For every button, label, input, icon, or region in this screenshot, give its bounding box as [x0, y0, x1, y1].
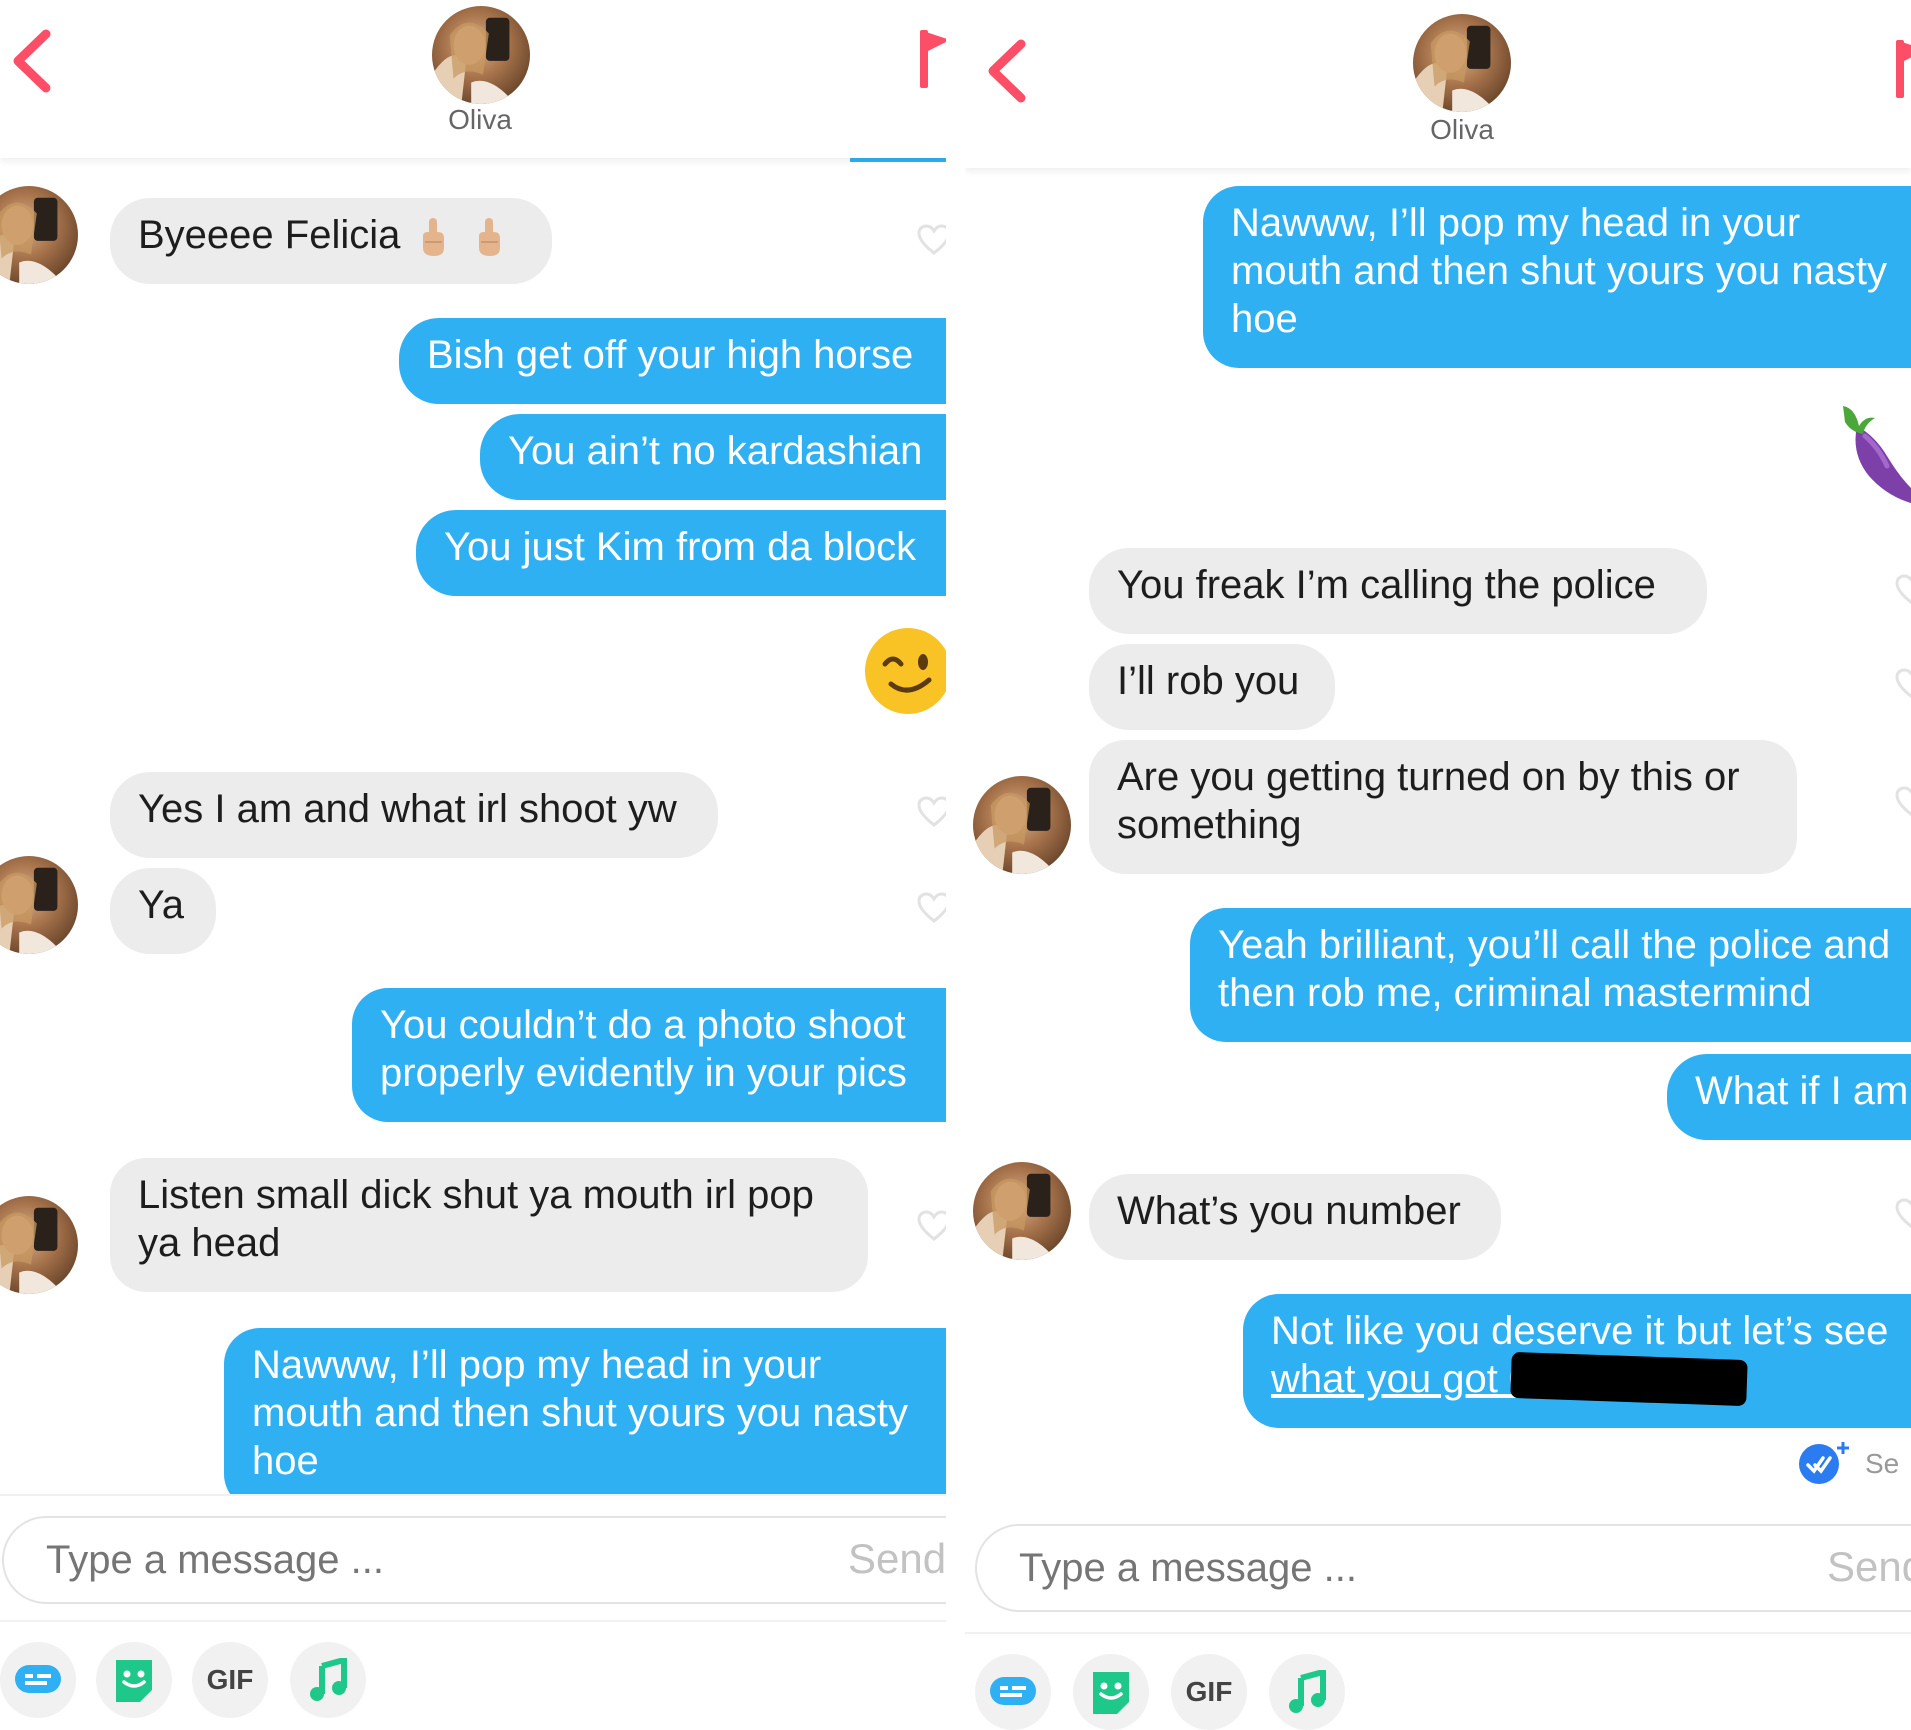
back-chevron-icon[interactable]	[8, 26, 58, 96]
message-outgoing[interactable]: Bish get off your high horse	[399, 318, 946, 404]
flag-icon[interactable]	[1894, 38, 1911, 100]
message-incoming[interactable]: Listen small dick shut ya mouth irl pop …	[110, 1158, 868, 1292]
message-text-line: Are you getting turned on by this or	[1117, 755, 1740, 799]
heart-icon[interactable]	[917, 796, 946, 828]
message-incoming[interactable]: I’ll rob you	[1089, 644, 1335, 730]
chat-bubble-button[interactable]	[0, 1642, 76, 1718]
music-note-icon	[1289, 1670, 1326, 1713]
match-avatar[interactable]	[973, 776, 1071, 874]
message-outgoing[interactable]: Nawww, I’ll pop my head in your mouth an…	[1203, 186, 1911, 368]
message-incoming[interactable]: You freak I’m calling the police	[1089, 548, 1707, 634]
toolbar-divider	[0, 1620, 946, 1622]
message-text-line: You couldn’t do a photo shoot	[380, 1003, 906, 1047]
message-outgoing[interactable]: Nawww, I’ll pop my head in your mouth an…	[224, 1328, 946, 1510]
message-text-line: mouth and then shut yours you nasty	[252, 1391, 908, 1435]
message-text: I’ll rob you	[1117, 659, 1300, 703]
middle-finger-emoji	[476, 218, 502, 258]
message-text: You freak I’m calling the police	[1117, 563, 1656, 607]
chat-header: Oliva	[0, 0, 946, 158]
match-name[interactable]: Oliva	[380, 104, 580, 136]
read-receipt-icon	[1799, 1442, 1849, 1484]
match-avatar[interactable]	[1413, 14, 1511, 112]
heart-icon[interactable]	[917, 224, 946, 256]
send-button[interactable]: Send	[1827, 1534, 1911, 1600]
heart-icon[interactable]	[1895, 574, 1911, 606]
music-note-icon	[310, 1658, 347, 1701]
gif-label: GIF	[1185, 1676, 1233, 1707]
composer: Send GIF	[0, 1494, 946, 1718]
chat-panel-right: Oliva Nawww, I’ll pop my head in your mo…	[965, 0, 1911, 1730]
composer: Send GIF	[965, 1502, 1911, 1730]
message-text-line: Not like you deserve it but let’s see	[1271, 1309, 1889, 1353]
message-text-line: something	[1117, 803, 1302, 847]
message-text-line: Yeah brilliant, you’ll call the police a…	[1218, 923, 1891, 967]
message-incoming[interactable]: Ya	[110, 868, 216, 954]
gif-button[interactable]: GIF	[192, 1642, 268, 1718]
toolbar-divider	[965, 1632, 1911, 1634]
match-avatar[interactable]	[0, 1196, 78, 1294]
screenshot-divider	[946, 0, 965, 1730]
chat-header: Oliva	[965, 0, 1911, 168]
sticker-icon	[1093, 1672, 1129, 1714]
chat-bubble-icon	[990, 1677, 1036, 1705]
chat-bubble-icon	[15, 1665, 61, 1693]
message-text: Ya	[138, 883, 184, 927]
message-outgoing[interactable]: Yeah brilliant, you’ll call the police a…	[1190, 908, 1911, 1042]
redaction-mark	[1510, 1351, 1748, 1407]
message-outgoing[interactable]: You ain’t no kardashian	[480, 414, 946, 500]
gif-label: GIF	[206, 1664, 254, 1695]
sticker-icon	[116, 1660, 152, 1702]
match-name[interactable]: Oliva	[1362, 114, 1562, 146]
message-incoming[interactable]: Are you getting turned on by this or som…	[1089, 740, 1797, 874]
message-text-line: Nawww, I’ll pop my head in your	[252, 1343, 822, 1387]
sticker-button[interactable]	[1073, 1654, 1149, 1730]
back-chevron-icon[interactable]	[983, 36, 1033, 106]
flag-icon[interactable]	[918, 28, 946, 90]
heart-icon[interactable]	[917, 1210, 946, 1242]
heart-icon[interactable]	[1895, 668, 1911, 700]
message-outgoing[interactable]: You couldn’t do a photo shoot properly e…	[352, 988, 946, 1122]
message-text: You ain’t no kardashian	[508, 429, 923, 473]
message-text-line: hoe	[252, 1439, 319, 1483]
message-text-line: then rob me, criminal mastermind	[1218, 971, 1812, 1015]
heart-icon[interactable]	[1895, 786, 1911, 818]
music-button[interactable]	[1269, 1654, 1345, 1730]
message-text: You just Kim from da block	[444, 525, 917, 569]
message-outgoing[interactable]: What if I am	[1667, 1054, 1911, 1140]
message-text: What if I am	[1695, 1069, 1909, 1113]
music-button[interactable]	[290, 1642, 366, 1718]
message-input[interactable]	[975, 1524, 1911, 1612]
message-text-line: ya head	[138, 1221, 281, 1265]
message-incoming[interactable]: Byeeee Felicia	[110, 198, 552, 284]
chat-panel-left: Oliva Byeeee Felicia Bish get off your h…	[0, 0, 946, 1730]
match-avatar[interactable]	[0, 856, 78, 954]
match-avatar[interactable]	[0, 186, 78, 284]
message-text: What’s you number	[1117, 1189, 1461, 1233]
message-text-line: Listen small dick shut ya mouth irl pop	[138, 1173, 814, 1217]
eggplant-emoji	[1843, 406, 1911, 504]
heart-icon[interactable]	[1895, 1198, 1911, 1230]
middle-finger-emoji	[420, 218, 446, 258]
seen-label: Se	[1865, 1448, 1900, 1479]
message-incoming[interactable]: Yes I am and what irl shoot yw	[110, 772, 718, 858]
match-avatar[interactable]	[432, 6, 530, 104]
heart-icon[interactable]	[917, 892, 946, 924]
message-text: Yes I am and what irl shoot yw	[138, 787, 677, 831]
message-incoming[interactable]: What’s you number	[1089, 1174, 1501, 1260]
message-outgoing[interactable]: Not like you deserve it but let’s see wh…	[1243, 1294, 1911, 1428]
message-text-line: properly evidently in your pics	[380, 1051, 907, 1095]
winking-emoji	[865, 628, 946, 714]
message-text-line: mouth and then shut yours you nasty	[1231, 249, 1887, 293]
chat-bubble-button[interactable]	[975, 1654, 1051, 1730]
message-input[interactable]	[2, 1516, 946, 1604]
match-avatar[interactable]	[973, 1162, 1071, 1260]
message-outgoing[interactable]: You just Kim from da block	[416, 510, 946, 596]
message-text: Byeeee Felicia	[138, 213, 401, 257]
gif-button[interactable]: GIF	[1171, 1654, 1247, 1730]
message-text: Bish get off your high horse	[427, 333, 914, 377]
message-text-line: Nawww, I’ll pop my head in your	[1231, 201, 1801, 245]
message-text-line: hoe	[1231, 297, 1298, 341]
send-button[interactable]: Send	[848, 1526, 946, 1592]
sticker-button[interactable]	[96, 1642, 172, 1718]
